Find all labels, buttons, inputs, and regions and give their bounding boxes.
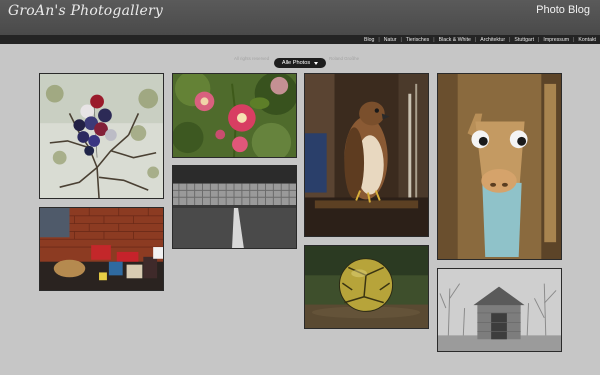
- photo-soccer-ball[interactable]: [304, 245, 429, 329]
- nav-separator: |: [433, 36, 435, 43]
- photo-grill-fence[interactable]: [172, 165, 297, 249]
- nav-item-architektur[interactable]: Architektur: [480, 37, 505, 43]
- soccer-ball-image: [305, 246, 428, 328]
- nav-item-tierisches[interactable]: Tierisches: [406, 37, 429, 43]
- photo-gifts-brick-wall[interactable]: [39, 207, 164, 291]
- nav-separator: |: [509, 36, 511, 43]
- blog-title[interactable]: Photo Blog: [536, 4, 590, 16]
- gifts-brick-wall-image: [40, 208, 163, 290]
- photo-wooden-figure[interactable]: [437, 73, 562, 260]
- photo-balloons-tree[interactable]: [39, 73, 164, 199]
- nav-item-kontakt[interactable]: Kontakt: [578, 37, 596, 43]
- photo-pink-hollyhock[interactable]: [172, 73, 297, 158]
- copyright-text: All rights reserved: [234, 56, 270, 61]
- photo-stone-house[interactable]: [437, 268, 562, 352]
- nav-item-impressum[interactable]: Impressum: [543, 37, 569, 43]
- photo-hawk[interactable]: [304, 73, 429, 237]
- site-title[interactable]: GroAn's Photogallery: [8, 3, 163, 19]
- navbar: Blog | Natur | Tierisches | Black & White | …: [0, 35, 600, 44]
- hawk-image: [305, 74, 428, 236]
- caret-down-icon: [314, 61, 319, 65]
- nav-item-natur[interactable]: Natur: [384, 37, 397, 43]
- nav-separator: |: [573, 36, 575, 43]
- nav-separator: |: [538, 36, 540, 43]
- category-dropdown[interactable]: Alle Photos: [274, 58, 326, 68]
- nav-separator: |: [378, 36, 380, 43]
- nav-separator: |: [400, 36, 402, 43]
- author-text: Roland Großhe: [329, 56, 360, 61]
- header: GroAn's Photogallery Photo Blog: [0, 0, 600, 35]
- nav-separator: |: [474, 36, 477, 43]
- nav-item-stuttgart[interactable]: Stuttgart: [514, 37, 534, 43]
- nav-item-blog[interactable]: Blog: [364, 37, 374, 43]
- stone-house-image: [438, 269, 561, 351]
- nav-item-black-white[interactable]: Black & White: [439, 37, 471, 43]
- grill-fence-image: [173, 166, 296, 248]
- wooden-figure-image: [438, 74, 561, 259]
- category-dropdown-label: Alle Photos: [281, 60, 311, 66]
- balloons-tree-image: [40, 74, 163, 198]
- nav-menu: Blog | Natur | Tierisches | Black & White | …: [364, 35, 596, 44]
- pink-hollyhock-image: [173, 74, 296, 157]
